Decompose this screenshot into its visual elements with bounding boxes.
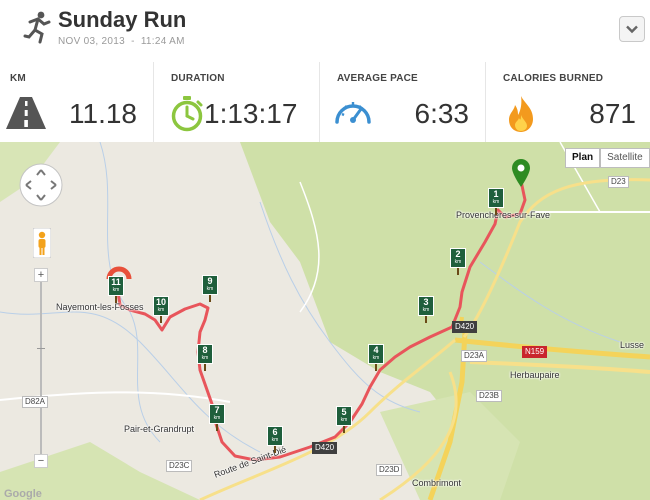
- stat-label: KM: [10, 73, 26, 84]
- place-label: Pair-et-Grandrupt: [124, 424, 195, 434]
- km-number: 10: [155, 297, 166, 307]
- km-number: 7: [214, 405, 220, 415]
- km-number: 9: [207, 276, 213, 286]
- km-marker-4[interactable]: 4 km: [368, 344, 384, 371]
- km-number: 8: [202, 345, 208, 355]
- activity-header: Sunday Run NOV 03, 2013 - 11:24 AM: [0, 0, 650, 63]
- stat-value: 1:13:17: [204, 98, 298, 129]
- km-marker-3[interactable]: 3 km: [418, 296, 434, 323]
- road-label: D420: [452, 321, 478, 333]
- stat-label: CALORIES BURNED: [503, 73, 604, 84]
- km-marker-5[interactable]: 5 km: [336, 406, 352, 433]
- road-icon: [6, 97, 46, 129]
- activity-datetime: NOV 03, 2013 - 11:24 AM: [58, 36, 185, 47]
- km-number: 5: [341, 407, 347, 417]
- zoom-track[interactable]: [40, 282, 42, 454]
- zoom-slider[interactable]: + −: [34, 268, 48, 468]
- map-type-plan-button[interactable]: Plan: [565, 148, 601, 168]
- zoom-tick: [37, 348, 45, 349]
- zoom-in-button[interactable]: +: [34, 268, 48, 282]
- activity-date: NOV 03, 2013: [58, 36, 125, 47]
- km-marker-8[interactable]: 8 km: [197, 344, 213, 371]
- km-unit: km: [340, 417, 348, 423]
- km-marker-7[interactable]: 7 km: [209, 404, 225, 431]
- start-pin-icon[interactable]: [511, 158, 531, 188]
- page-title: Sunday Run: [58, 7, 187, 32]
- km-marker-1[interactable]: 1 km: [488, 188, 504, 215]
- zoom-out-button[interactable]: −: [34, 454, 48, 468]
- road-label: D23: [608, 176, 629, 188]
- km-unit: km: [213, 415, 221, 421]
- road-label: D23A: [461, 350, 488, 362]
- stat-average-pace: AVERAGE PACE 6:33: [320, 62, 485, 142]
- street-view-icon[interactable]: [33, 228, 51, 258]
- km-marker-9[interactable]: 9 km: [202, 275, 218, 302]
- road-label: D23D: [376, 464, 403, 476]
- km-unit: km: [372, 355, 380, 361]
- road-label: D23C: [166, 460, 193, 472]
- runner-icon: [23, 11, 51, 44]
- road-label: D420: [312, 442, 338, 454]
- place-label: Combrimont: [412, 478, 462, 488]
- stat-value: 6:33: [414, 98, 470, 129]
- pan-control[interactable]: [18, 162, 64, 208]
- km-unit: km: [206, 286, 214, 292]
- km-unit: km: [157, 307, 165, 313]
- datetime-separator: -: [131, 36, 135, 47]
- stat-calories: CALORIES BURNED 871: [486, 62, 650, 142]
- km-marker-11[interactable]: 11 km: [108, 276, 124, 303]
- km-marker-6[interactable]: 6 km: [267, 426, 283, 453]
- stopwatch-icon: [171, 96, 203, 132]
- stat-label: DURATION: [171, 73, 225, 84]
- map-type-satellite-button[interactable]: Satellite: [600, 148, 650, 168]
- options-dropdown-button[interactable]: [619, 16, 645, 42]
- stat-duration: DURATION 1:13:17: [154, 62, 319, 142]
- place-label: Nayemont-les-Fosses: [56, 302, 144, 312]
- activity-time: 11:24 AM: [140, 36, 185, 47]
- km-unit: km: [492, 199, 500, 205]
- chevron-down-icon: [626, 25, 638, 34]
- km-number: 3: [423, 297, 429, 307]
- km-number: 11: [111, 277, 121, 287]
- map-type-control: Plan Satellite: [565, 148, 650, 168]
- route-map[interactable]: Plan Satellite + − Provenchères-sur-Fave…: [0, 142, 650, 500]
- km-unit: km: [271, 437, 279, 443]
- road-label: D82A: [22, 396, 49, 408]
- km-unit: km: [112, 287, 120, 293]
- map-watermark: Google: [4, 488, 42, 500]
- road-label: N159: [522, 346, 548, 358]
- place-label: Lusse: [620, 340, 645, 350]
- road-label: D23B: [476, 390, 503, 402]
- stats-bar: KM 11.18 DURATION 1:13:17 AVERAGE PACE 6…: [0, 62, 650, 143]
- km-number: 4: [373, 345, 379, 355]
- speedometer-icon: [335, 102, 371, 124]
- km-number: 6: [272, 427, 278, 437]
- stat-value: 11.18: [69, 98, 137, 129]
- km-number: 2: [455, 249, 461, 259]
- km-number: 1: [493, 189, 499, 199]
- km-marker-10[interactable]: 10 km: [153, 296, 169, 323]
- stat-distance: KM 11.18: [0, 62, 153, 142]
- km-unit: km: [454, 259, 462, 265]
- place-label: Provenchères-sur-Fave: [456, 210, 551, 220]
- km-marker-2[interactable]: 2 km: [450, 248, 466, 275]
- stat-value: 871: [589, 98, 636, 129]
- flame-icon: [509, 96, 533, 132]
- km-unit: km: [201, 355, 209, 361]
- place-label: Herbaupaire: [510, 370, 560, 380]
- km-unit: km: [422, 307, 430, 313]
- stat-label: AVERAGE PACE: [337, 73, 418, 84]
